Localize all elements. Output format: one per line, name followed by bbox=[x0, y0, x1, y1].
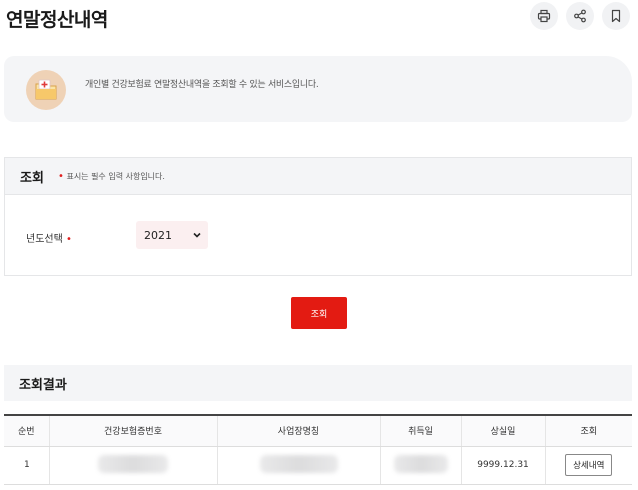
redacted-value bbox=[98, 454, 168, 473]
info-text: 개인별 건강보험료 연말정산내역을 조회할 수 있는 서비스입니다. bbox=[85, 80, 319, 90]
loss-date-cell: 9999.12.31 bbox=[460, 446, 545, 485]
table-row: 1 9999.12.31 상세내역 bbox=[4, 446, 632, 485]
redacted-value bbox=[393, 454, 448, 473]
year-select[interactable]: 2021 bbox=[136, 221, 208, 249]
print-icon bbox=[537, 9, 551, 23]
toolbar bbox=[530, 2, 630, 30]
table-header-row: 순번 건강보험증번호 사업장명칭 취득일 상실일 조회 bbox=[4, 414, 632, 447]
insurance-number-cell bbox=[48, 446, 217, 485]
bookmark-button[interactable] bbox=[602, 2, 630, 30]
required-note-text: 표시는 필수 입력 사항입니다. bbox=[66, 172, 165, 181]
page-title: 연말정산내역 bbox=[6, 9, 108, 31]
share-button[interactable] bbox=[566, 2, 594, 30]
column-header: 건강보험증번호 bbox=[48, 414, 217, 447]
chevron-down-icon bbox=[193, 232, 201, 238]
column-header: 취득일 bbox=[379, 414, 461, 447]
info-banner: 개인별 건강보험료 연말정산내역을 조회할 수 있는 서비스입니다. bbox=[4, 56, 632, 122]
workplace-name-cell bbox=[216, 446, 380, 485]
redacted-value bbox=[259, 454, 338, 473]
column-header: 조회 bbox=[544, 414, 632, 447]
results-header: 조회결과 bbox=[4, 365, 632, 401]
acquired-date-cell bbox=[379, 446, 461, 485]
year-label: 년도선택 • bbox=[26, 230, 72, 245]
results-title: 조회결과 bbox=[19, 378, 67, 393]
column-header: 사업장명칭 bbox=[216, 414, 380, 447]
required-dot: • bbox=[66, 234, 72, 245]
search-header: 조회 • 표시는 필수 입력 사항입니다. bbox=[5, 158, 631, 195]
required-note: • 표시는 필수 입력 사항입니다. bbox=[58, 171, 165, 182]
year-label-text: 년도선택 bbox=[26, 234, 63, 245]
results-table: 순번 건강보험증번호 사업장명칭 취득일 상실일 조회 1 9999.12.31… bbox=[4, 414, 632, 485]
query-button[interactable]: 조회 bbox=[291, 297, 347, 329]
required-dot: • bbox=[58, 171, 64, 182]
column-header: 순번 bbox=[4, 414, 49, 447]
share-icon bbox=[574, 9, 586, 23]
row-number: 1 bbox=[4, 446, 49, 485]
column-header: 상실일 bbox=[460, 414, 545, 447]
detail-cell: 상세내역 bbox=[544, 446, 632, 485]
detail-button[interactable]: 상세내역 bbox=[565, 454, 613, 476]
bookmark-icon bbox=[611, 9, 621, 23]
search-panel: 조회 • 표시는 필수 입력 사항입니다. 년도선택 • 2021 bbox=[4, 157, 632, 276]
print-button[interactable] bbox=[530, 2, 558, 30]
search-title: 조회 bbox=[20, 171, 44, 186]
year-select-value: 2021 bbox=[144, 228, 172, 242]
folder-plus-icon bbox=[26, 70, 66, 110]
